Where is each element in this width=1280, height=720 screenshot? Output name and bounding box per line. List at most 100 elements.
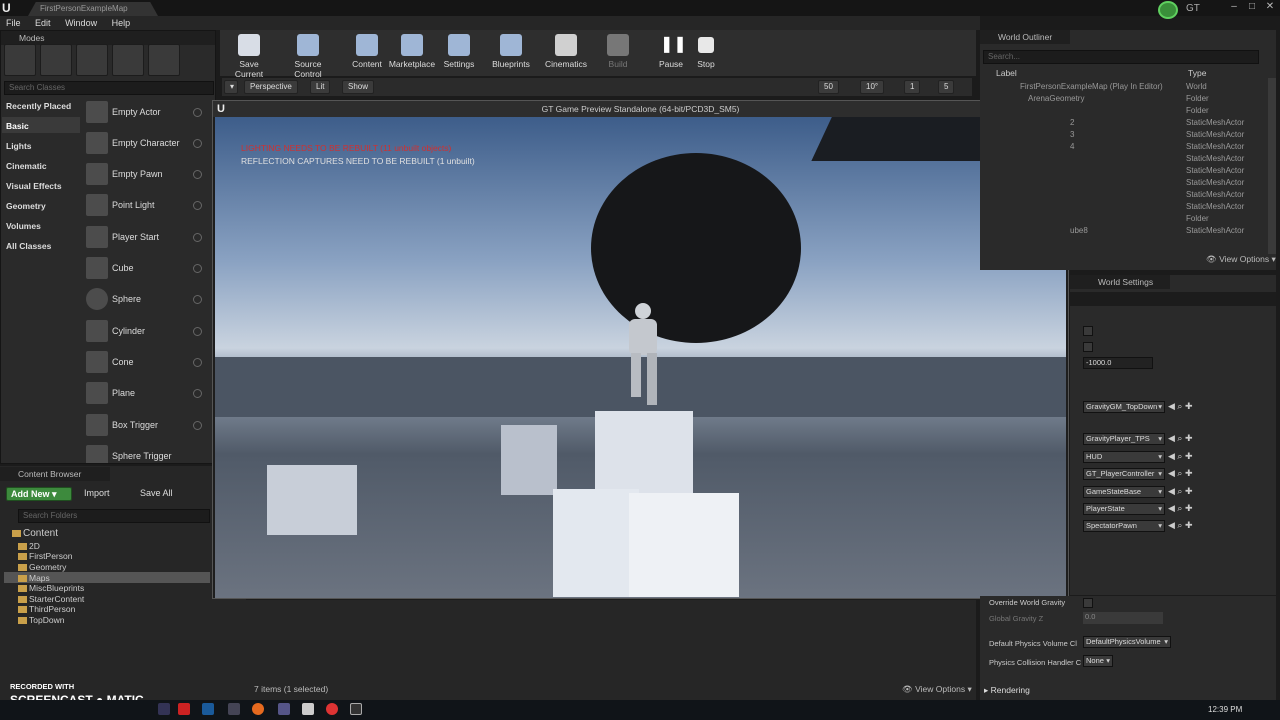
gt-plugin-icon[interactable] [1158,1,1178,19]
outliner-row[interactable]: 4 StaticMeshActor [984,142,1266,154]
build-button[interactable]: Build [604,34,632,69]
game-scene[interactable]: LIGHTING NEEDS TO BE REBUILT (11 unbuilt… [215,117,1066,598]
outliner-row[interactable]: Folder [984,214,1266,226]
class-actions-icon[interactable]: ◀ ⌕ ✚ [1168,401,1193,412]
content-button[interactable]: Content [350,34,384,69]
game-state-dropdown[interactable]: GameStateBase [1083,486,1165,498]
settings-button[interactable]: Settings [442,34,476,69]
outliner-row[interactable]: StaticMeshActor [984,154,1266,166]
outliner-row[interactable]: Folder [984,106,1266,118]
show-button[interactable]: Show [342,80,375,94]
world-outliner-tab[interactable]: World Outliner [980,30,1070,44]
outliner-row[interactable]: StaticMeshActor [984,166,1266,178]
help-icon[interactable] [193,201,202,210]
place-item-point-light[interactable]: Point Light [84,192,204,220]
document-tab[interactable]: FirstPersonExampleMap [28,2,158,16]
category-all-classes[interactable]: All Classes [6,241,51,251]
game-preview-window[interactable]: GT Game Preview Standalone (64-bit/PCD3D… [212,100,1069,599]
import-button[interactable]: Import [84,488,110,498]
place-mode-icon[interactable] [4,44,36,76]
place-item-sphere-trigger[interactable]: Sphere Trigger [84,443,204,463]
folder-miscblueprints[interactable]: MiscBlueprints [18,583,84,593]
class-actions-icon[interactable]: ◀ ⌕ ✚ [1168,433,1193,444]
player-state-dropdown[interactable]: PlayerState [1083,503,1165,515]
calculator-icon[interactable] [228,703,240,715]
save-current-button[interactable]: Save Current [226,34,272,79]
folder-2d[interactable]: 2D [18,541,40,551]
maximize-icon[interactable]: □ [1244,0,1260,14]
perspective-button[interactable]: Perspective [244,80,298,94]
pause-button[interactable]: ❚❚ Pause [656,34,687,69]
help-icon[interactable] [193,264,202,273]
class-actions-icon[interactable]: ◀ ⌕ ✚ [1168,520,1193,531]
help-icon[interactable] [193,108,202,117]
viewport-options-icon[interactable]: ▾ [224,80,238,94]
camera-speed-value[interactable]: 5 [938,80,955,94]
paint-mode-icon[interactable] [40,44,72,76]
cinematics-button[interactable]: Cinematics [544,34,588,69]
blueprints-button[interactable]: Blueprints [490,34,532,69]
place-item-player-start[interactable]: Player Start [84,224,204,252]
category-recently-placed[interactable]: Recently Placed [6,101,71,111]
spectator-pawn-dropdown[interactable]: SpectatorPawn [1083,520,1165,532]
category-basic[interactable]: Basic [6,121,29,131]
folder-startercontent[interactable]: StarterContent [18,594,84,604]
content-root[interactable]: Content [12,528,58,539]
class-search-input[interactable]: Search Classes [4,81,214,95]
default-pawn-dropdown[interactable]: GravityPlayer_TPS [1083,433,1165,445]
global-gravity-input[interactable]: 0.0 [1083,612,1163,624]
place-item-cone[interactable]: Cone [84,349,204,377]
outliner-view-options-button[interactable]: 👁 View Options ▾ [1206,254,1276,265]
outliner-search-input[interactable]: Search... [983,50,1259,64]
taskbar-app-icon[interactable] [158,703,170,715]
details-search-input[interactable] [1070,292,1276,306]
rotation-snap-value[interactable]: 10° [860,80,885,94]
place-item-cylinder[interactable]: Cylinder [84,318,204,346]
help-icon[interactable] [193,358,202,367]
outliner-row[interactable]: ube8 StaticMeshActor [984,226,1266,238]
help-icon[interactable] [193,295,202,304]
add-new-button[interactable]: Add New ▾ [6,487,72,501]
modes-tab[interactable]: Modes [1,31,215,45]
help-icon[interactable] [193,421,202,430]
recorder-icon[interactable] [326,703,338,715]
category-cinematic[interactable]: Cinematic [6,161,47,171]
kill-z-input[interactable]: -1000.0 [1083,357,1153,369]
place-item-sphere[interactable]: Sphere [84,286,204,314]
place-item-plane[interactable]: Plane [84,380,204,408]
help-icon[interactable] [193,327,202,336]
save-all-button[interactable]: Save All [140,488,173,498]
firefox-icon[interactable] [252,703,264,715]
outliner-row[interactable]: StaticMeshActor [984,202,1266,214]
source-control-button[interactable]: Source Control [280,34,336,79]
override-gravity-checkbox[interactable] [1083,598,1093,608]
collision-handler-dropdown[interactable]: None [1083,655,1113,667]
folder-geometry[interactable]: Geometry [18,562,66,572]
setting-checkbox[interactable] [1083,342,1093,352]
outliner-row[interactable]: ArenaGeometry Folder [984,94,1266,106]
class-actions-icon[interactable]: ◀ ⌕ ✚ [1168,468,1193,479]
place-item-empty-character[interactable]: Empty Character [84,130,204,158]
player-controller-dropdown[interactable]: GT_PlayerController [1083,468,1165,480]
hud-class-dropdown[interactable]: HUD [1083,451,1165,463]
setting-checkbox[interactable] [1083,326,1093,336]
stop-button[interactable]: Stop [694,34,718,69]
outliner-row[interactable]: StaticMeshActor [984,190,1266,202]
folder-maps[interactable]: Maps [18,573,50,583]
outliner-scrollbar[interactable] [1268,78,1276,254]
outliner-col-label[interactable]: Label [996,68,1017,78]
geometry-mode-icon[interactable] [148,44,180,76]
lit-button[interactable]: Lit [310,80,331,94]
class-actions-icon[interactable]: ◀ ⌕ ✚ [1168,503,1193,514]
minimize-icon[interactable]: – [1226,0,1242,14]
taskbar-app-icon[interactable] [278,703,290,715]
place-item-empty-actor[interactable]: Empty Actor [84,99,204,127]
category-lights[interactable]: Lights [6,141,32,151]
unreal-taskbar-icon[interactable] [350,703,362,715]
outliner-row[interactable]: StaticMeshActor [984,178,1266,190]
help-icon[interactable] [193,389,202,398]
outliner-col-type[interactable]: Type [1188,68,1206,78]
folder-topdown[interactable]: TopDown [18,615,64,625]
illustrator-icon[interactable] [178,703,190,715]
help-icon[interactable] [193,233,202,242]
